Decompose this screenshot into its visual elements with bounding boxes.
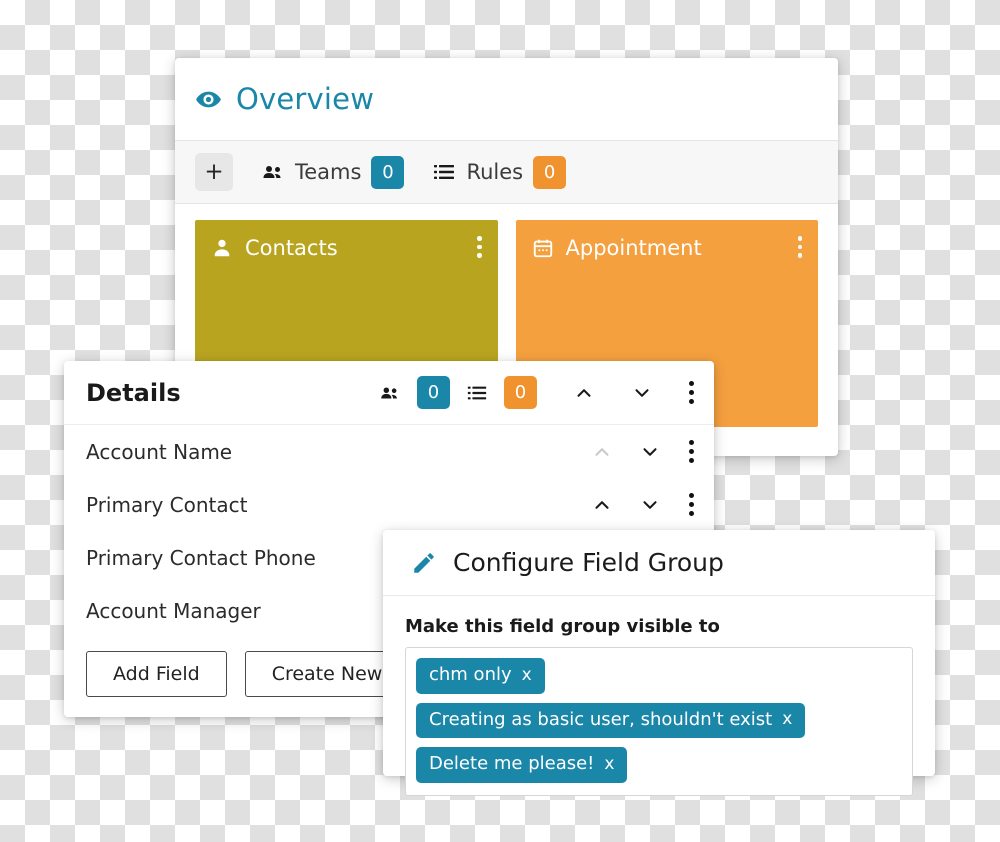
chevron-down-icon[interactable] <box>639 494 661 516</box>
tag-label: chm only <box>429 664 512 685</box>
list-icon[interactable] <box>466 382 488 404</box>
tag-chip[interactable]: Delete me please! x <box>416 747 628 783</box>
visible-to-tag-input[interactable]: chm only x Creating as basic user, shoul… <box>405 647 913 796</box>
list-icon <box>432 160 456 184</box>
dialog-title: Configure Field Group <box>453 548 724 577</box>
tag-remove-icon[interactable]: x <box>522 665 532 686</box>
add-field-button[interactable]: Add Field <box>86 651 227 697</box>
chevron-up-icon <box>591 441 613 463</box>
chevron-up-icon[interactable] <box>591 494 613 516</box>
dialog-body: Make this field group visible to chm onl… <box>383 596 935 796</box>
people-icon <box>261 160 285 184</box>
overview-toolbar: + Teams 0 Rules 0 <box>175 140 838 204</box>
field-label-primary-contact-phone: Primary Contact Phone <box>86 545 316 570</box>
kebab-menu-field[interactable] <box>687 438 696 465</box>
toolbar-label-rules: Rules <box>466 160 524 184</box>
people-icon[interactable] <box>379 382 401 404</box>
kebab-menu-field[interactable] <box>687 491 696 518</box>
visible-to-label: Make this field group visible to <box>405 616 720 637</box>
tile-title-appointment: Appointment <box>565 236 702 260</box>
tag-label: Delete me please! <box>429 753 595 774</box>
field-label-account-manager: Account Manager <box>86 598 261 623</box>
details-teams-count-badge: 0 <box>417 376 450 409</box>
page-title: Overview <box>236 82 375 116</box>
details-header: Details 0 0 <box>64 361 714 425</box>
tag-chip[interactable]: Creating as basic user, shouldn't exist … <box>416 702 806 738</box>
details-header-tools: 0 0 <box>379 376 696 409</box>
chevron-up-icon[interactable] <box>573 382 595 404</box>
tag-label: Creating as basic user, shouldn't exist <box>429 708 773 730</box>
kebab-menu-details[interactable] <box>687 379 696 406</box>
tag-remove-icon[interactable]: x <box>782 709 792 730</box>
kebab-menu-appointment[interactable] <box>797 236 802 258</box>
chevron-down-icon[interactable] <box>639 441 661 463</box>
teams-count-badge: 0 <box>371 155 405 189</box>
chevron-down-icon[interactable] <box>631 382 653 404</box>
configure-field-group-dialog: Configure Field Group Make this field gr… <box>383 530 935 796</box>
kebab-menu-contacts[interactable] <box>477 236 482 258</box>
toolbar-item-rules[interactable]: Rules 0 <box>432 155 567 189</box>
toolbar-item-teams[interactable]: Teams 0 <box>261 155 405 189</box>
toolbar-label-teams: Teams <box>295 160 362 184</box>
rules-count-badge: 0 <box>533 155 567 189</box>
details-rules-count-badge: 0 <box>504 376 537 409</box>
screenshot-stage: Overview + Teams 0 Rules 0 Contacts Appo… <box>0 0 1000 842</box>
tag-remove-icon[interactable]: x <box>604 754 614 775</box>
pencil-icon <box>411 550 437 576</box>
tile-title-contacts: Contacts <box>245 236 338 260</box>
field-row[interactable]: Account Name <box>64 425 714 478</box>
tag-chip[interactable]: chm only x <box>416 658 545 694</box>
dialog-header: Configure Field Group <box>383 530 935 596</box>
calendar-icon <box>532 234 554 262</box>
add-button[interactable]: + <box>195 153 233 191</box>
field-row-tools <box>591 491 696 518</box>
field-row-tools <box>591 438 696 465</box>
overview-header: Overview <box>175 58 838 140</box>
field-row[interactable]: Primary Contact <box>64 478 714 531</box>
person-icon <box>211 234 233 262</box>
field-label-account-name: Account Name <box>86 439 233 464</box>
field-label-primary-contact: Primary Contact <box>86 492 248 517</box>
eye-icon <box>195 86 222 113</box>
details-title: Details <box>86 378 181 407</box>
